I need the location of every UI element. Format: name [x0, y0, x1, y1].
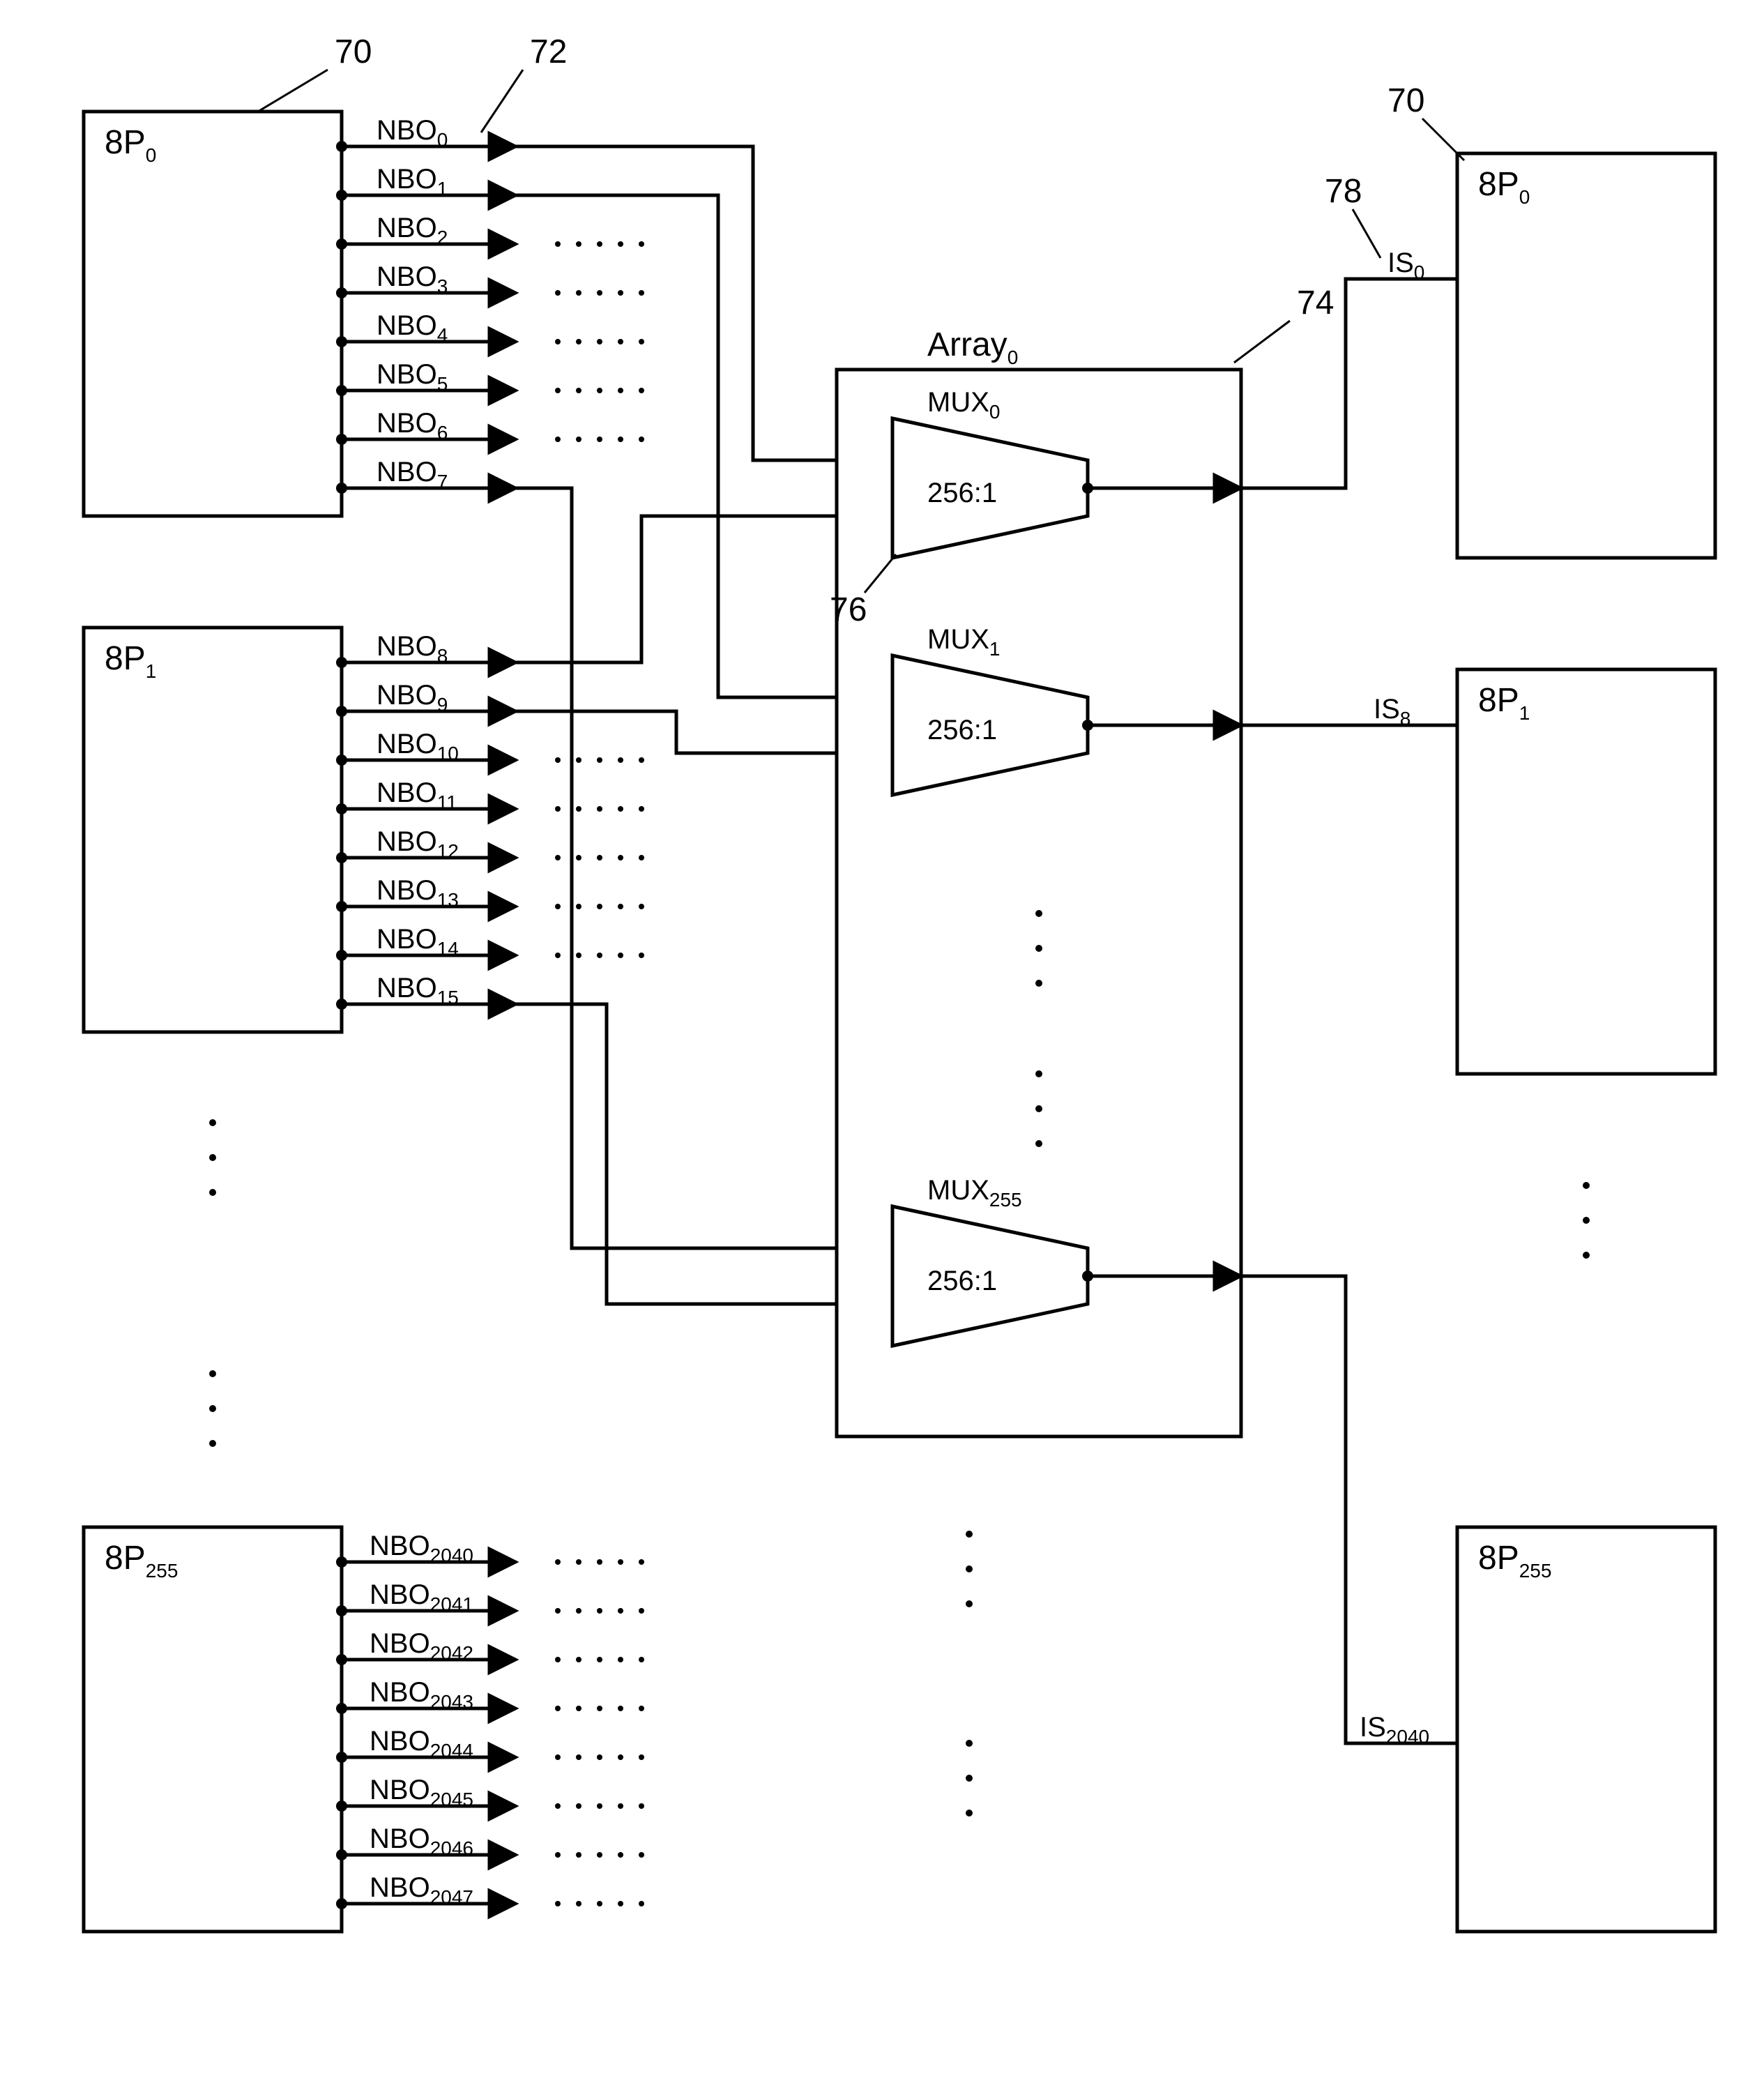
svg-text:NBO0: NBO0 — [377, 115, 448, 151]
svg-text:NBO2044: NBO2044 — [370, 1726, 473, 1761]
svg-text:NBO2047: NBO2047 — [370, 1872, 473, 1908]
ellipsis-left-low — [209, 1370, 216, 1447]
nbo-group-1: NBO8 NBO9 NBO10 NBO11 NBO12 N — [336, 631, 644, 1010]
svg-text:NBO15: NBO15 — [377, 973, 459, 1008]
svg-text:NBO8: NBO8 — [377, 631, 448, 667]
dest-8p0 — [1457, 153, 1715, 558]
svg-text:NBO2045: NBO2045 — [370, 1775, 473, 1810]
ellipsis-right — [1583, 1182, 1590, 1259]
svg-text:MUX1: MUX1 — [927, 624, 1000, 660]
svg-text:NBO2: NBO2 — [377, 213, 448, 248]
dest-8p255 — [1457, 1527, 1715, 1932]
svg-text:NBO12: NBO12 — [377, 826, 459, 862]
svg-text:256:1: 256:1 — [927, 478, 997, 508]
svg-text:NBO6: NBO6 — [377, 408, 448, 443]
ref-76: 76 — [830, 591, 867, 628]
svg-text:NBO7: NBO7 — [377, 457, 448, 492]
ellipsis-center-low — [966, 1531, 973, 1817]
block-8p1 — [84, 628, 342, 1032]
svg-text:NBO9: NBO9 — [377, 680, 448, 715]
ref-70a: 70 — [335, 33, 372, 70]
svg-text:NBO2043: NBO2043 — [370, 1677, 473, 1713]
is8-label: IS8 — [1374, 694, 1411, 729]
svg-text:NBO10: NBO10 — [377, 729, 459, 764]
svg-text:NBO2040: NBO2040 — [370, 1531, 473, 1566]
is0-label: IS0 — [1387, 248, 1424, 283]
svg-text:NBO14: NBO14 — [377, 924, 459, 960]
array-label: Array0 — [927, 326, 1018, 368]
svg-text:NBO11: NBO11 — [377, 778, 457, 813]
svg-text:NBO4: NBO4 — [377, 310, 448, 346]
block-8p255 — [84, 1527, 342, 1932]
svg-text:NBO2041: NBO2041 — [370, 1579, 473, 1615]
ref-78: 78 — [1325, 173, 1362, 210]
nbo-group-255: NBO2040 NBO2041 NBO2042 NBO2043 NBO2044 — [336, 1531, 644, 1909]
ref-74: 74 — [1297, 285, 1334, 321]
nbo-group-0: NBO0 NBO1 NBO2 NBO3 NBO4 NBO5 — [336, 115, 644, 494]
svg-text:NBO5: NBO5 — [377, 359, 448, 395]
ref-70b: 70 — [1387, 82, 1424, 119]
svg-text:NBO2042: NBO2042 — [370, 1628, 473, 1664]
svg-text:NBO3: NBO3 — [377, 261, 448, 297]
block-8p0 — [84, 112, 342, 516]
svg-text:NBO1: NBO1 — [377, 164, 448, 199]
dest-8p1 — [1457, 669, 1715, 1074]
ref-72: 72 — [530, 33, 567, 70]
svg-text:MUX0: MUX0 — [927, 387, 1000, 423]
svg-text:256:1: 256:1 — [927, 1266, 997, 1296]
svg-text:NBO2046: NBO2046 — [370, 1823, 473, 1859]
ellipsis-left-mid — [209, 1119, 216, 1196]
svg-text:NBO13: NBO13 — [377, 875, 459, 911]
is2040-label: IS2040 — [1360, 1712, 1429, 1747]
svg-text:256:1: 256:1 — [927, 715, 997, 745]
